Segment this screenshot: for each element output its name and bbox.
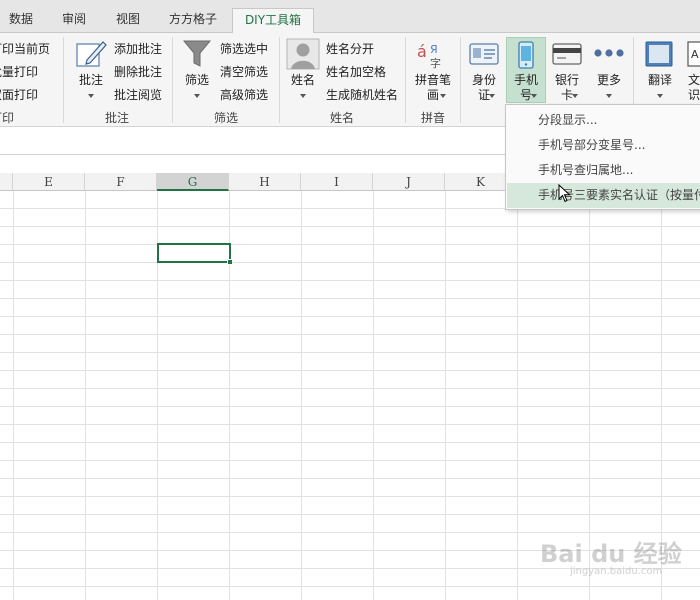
tab-data[interactable]: 数据 (0, 9, 42, 33)
bank-card-icon (552, 43, 582, 65)
delete-comment-button[interactable]: 删除批注 (114, 63, 162, 80)
add-comment-button[interactable]: 添加批注 (114, 40, 162, 57)
column-header-e[interactable]: E (13, 173, 85, 191)
chevron-down-icon (300, 94, 306, 98)
column-header-i[interactable]: I (301, 173, 373, 191)
name-add-space-button[interactable]: 姓名加空格 (326, 63, 386, 80)
chevron-down-icon (440, 94, 446, 98)
column-header-g[interactable]: G (157, 173, 229, 191)
ribbon-tab-bar: 数据 审阅 视图 方方格子 DIY工具箱 (0, 0, 700, 34)
translate-book-icon (645, 41, 673, 67)
menu-item-phone-verification[interactable]: 手机号三要素实名认证（按量付费）... (507, 183, 700, 208)
chevron-down-icon (194, 94, 200, 98)
bank-card-button[interactable]: 银行 卡 (547, 73, 587, 103)
watermark-logo-text: Bai du 经验 (540, 540, 682, 568)
comment-group-label: 批注 (104, 111, 129, 125)
menu-item-phone-location[interactable]: 手机号查归属地... (507, 158, 700, 183)
comment-big-button[interactable]: 批注 (72, 73, 110, 88)
name-group-label: 姓名 (329, 111, 354, 125)
filter-selected-button[interactable]: 筛选选中 (220, 40, 268, 57)
separator (405, 37, 406, 123)
watermark-url: jingyan.baidu.com (570, 566, 663, 577)
chevron-down-icon (606, 94, 612, 98)
advanced-filter-button[interactable]: 高级筛选 (220, 86, 268, 103)
watermark: Bai du 经验 jingyan.baidu.com (530, 522, 690, 582)
separator (63, 37, 64, 123)
filter-big-button[interactable]: 筛选 (178, 73, 216, 88)
comment-pen-icon (76, 41, 107, 67)
print-group-label: 打印 (0, 111, 15, 125)
id-card-button[interactable]: 身份 证 (464, 73, 504, 103)
split-name-button[interactable]: 姓名分开 (326, 40, 374, 57)
more-dots-icon (594, 49, 624, 57)
person-avatar-icon (286, 38, 320, 70)
menu-item-segment-display[interactable]: 分段显示... (507, 108, 700, 133)
pinyin-stroke-label-line2: 画 (426, 88, 439, 102)
separator (279, 37, 280, 123)
column-header-partial[interactable] (0, 173, 13, 191)
chevron-down-icon (657, 94, 663, 98)
svg-text:Я: Я (430, 43, 438, 56)
chevron-down-icon (88, 94, 94, 98)
column-header-f[interactable]: F (85, 173, 157, 191)
browse-comment-button[interactable]: 批注阅览 (114, 86, 162, 103)
tab-fangfang[interactable]: 方方格子 (160, 9, 226, 33)
pinyin-stroke-label-line1: 拼音笔 (414, 73, 451, 87)
phone-dropdown-menu: 分段显示... 手机号部分变星号... 手机号查归属地... 手机号三要素实名认… (505, 104, 700, 210)
chevron-down-icon (489, 94, 495, 98)
separator (172, 37, 173, 123)
text-recognition-button[interactable]: 文 识 (688, 73, 700, 103)
clear-filter-button[interactable]: 清空筛选 (220, 63, 268, 80)
random-name-button[interactable]: 生成随机姓名 (326, 86, 398, 103)
name-big-button[interactable]: 姓名 (284, 73, 322, 88)
print-current-page-button[interactable]: 打印当前页 (0, 40, 50, 57)
batch-print-button[interactable]: 批量打印 (0, 63, 38, 80)
pinyin-icon: á Я 字 (417, 42, 441, 69)
duplex-print-button[interactable]: 双面打印 (0, 86, 38, 103)
filter-group-label: 筛选 (213, 111, 238, 125)
svg-text:A: A (691, 48, 699, 61)
mobile-phone-icon (518, 41, 534, 69)
translate-button[interactable]: 翻译 (640, 73, 680, 88)
chevron-down-icon (572, 94, 578, 98)
pinyin-group-label: 拼音 (420, 111, 445, 125)
tab-diy-toolbox[interactable]: DIY工具箱 (232, 8, 314, 34)
id-card-icon (469, 43, 499, 65)
text-recognition-label-line1: 文 (688, 73, 700, 87)
pinyin-stroke-button[interactable]: 拼音笔 画 (410, 73, 456, 103)
mouse-cursor-icon (558, 184, 571, 203)
tab-review[interactable]: 审阅 (50, 9, 98, 33)
svg-text:字: 字 (430, 56, 441, 69)
column-header-j[interactable]: J (373, 173, 445, 191)
more-button[interactable]: 更多 (589, 73, 629, 88)
svg-text:á: á (417, 42, 427, 61)
separator (460, 37, 461, 123)
phone-number-button[interactable]: 手机 号 (506, 73, 546, 103)
text-recognition-icon: A (687, 41, 700, 67)
tab-view[interactable]: 视图 (104, 9, 152, 33)
phone-label-line1: 手机 (513, 73, 538, 87)
menu-item-mask-phone[interactable]: 手机号部分变星号... (507, 133, 700, 158)
filter-funnel-icon (182, 40, 212, 67)
chevron-down-icon (531, 94, 537, 98)
column-header-h[interactable]: H (229, 173, 301, 191)
fill-handle[interactable] (227, 259, 233, 265)
bank-card-label-line1: 银行 (554, 73, 579, 87)
id-card-label-line1: 身份 (471, 73, 496, 87)
selected-cell[interactable] (157, 243, 231, 263)
text-recognition-label-line2: 识 (688, 88, 700, 102)
